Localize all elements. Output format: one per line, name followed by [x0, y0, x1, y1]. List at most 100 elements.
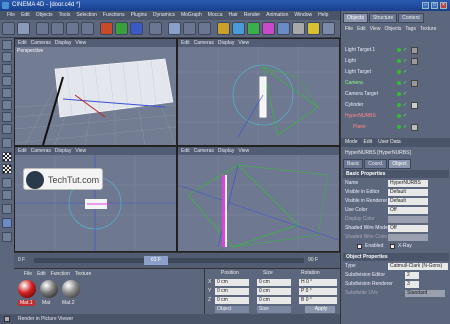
position-y-field[interactable]: 0 cm: [215, 288, 249, 295]
subdivision-editor-field[interactable]: 2: [405, 272, 419, 279]
menu-help[interactable]: Help: [315, 11, 331, 20]
om-menu-view[interactable]: View: [370, 25, 381, 33]
vp4-menu-display[interactable]: Display: [218, 147, 234, 155]
subdivide-uvs-select[interactable]: Standard: [405, 290, 445, 297]
sculpt-icon[interactable]: [2, 204, 12, 214]
visibility-dot-icon[interactable]: [397, 81, 401, 85]
menu-objects[interactable]: Objects: [33, 11, 56, 20]
position-z-field[interactable]: 0 cm: [215, 297, 249, 304]
workplane-icon[interactable]: [2, 190, 12, 200]
hair-icon[interactable]: [2, 232, 12, 242]
make-editable-icon[interactable]: [2, 40, 12, 50]
target-tag-icon[interactable]: [411, 47, 418, 54]
brush-icon[interactable]: [2, 218, 12, 228]
size-x-field[interactable]: 0 cm: [257, 279, 291, 286]
om-menu-edit[interactable]: Edit: [357, 25, 366, 33]
enabled-check-icon[interactable]: ✓: [403, 59, 407, 64]
am-menu-user-data[interactable]: User Data: [378, 138, 401, 147]
visible-renderer-select[interactable]: Default: [388, 198, 428, 205]
scene-icon[interactable]: [292, 22, 305, 35]
edges-mode-icon[interactable]: [2, 112, 12, 122]
menu-edit[interactable]: Edit: [18, 11, 33, 20]
am-menu-edit[interactable]: Edit: [364, 138, 373, 147]
menu-functions[interactable]: Functions: [100, 11, 128, 20]
vp2-menu-view[interactable]: View: [238, 39, 249, 47]
material-swatch-mat2[interactable]: [62, 280, 80, 298]
checkerboard-icon[interactable]: [2, 152, 12, 162]
vp3-menu-cameras[interactable]: Cameras: [31, 147, 51, 155]
am-menu-mode[interactable]: Mode: [345, 138, 358, 147]
vp3-menu-view[interactable]: View: [75, 147, 86, 155]
menu-selection[interactable]: Selection: [73, 11, 100, 20]
enabled-check-icon[interactable]: ✓: [403, 103, 407, 108]
viewport-canvas[interactable]: TechTut.com: [15, 155, 176, 251]
mat-menu-function[interactable]: Function: [51, 271, 70, 277]
target-tag-icon[interactable]: [411, 80, 418, 87]
tab-coord[interactable]: Coord.: [364, 159, 388, 169]
position-x-field[interactable]: 0 cm: [215, 279, 249, 286]
cube-icon[interactable]: [217, 22, 230, 35]
vp1-menu-cameras[interactable]: Cameras: [31, 39, 51, 47]
type-select[interactable]: Catmull-Clark (N-Gons): [388, 263, 448, 270]
mat-menu-edit[interactable]: Edit: [37, 271, 46, 277]
tab-structure[interactable]: Structure: [368, 13, 398, 23]
z-axis-icon[interactable]: [130, 22, 143, 35]
visibility-dot-icon[interactable]: [397, 114, 401, 118]
texture-tag-icon[interactable]: [411, 102, 418, 109]
rotation-p-field[interactable]: P 0 °: [299, 288, 337, 295]
menu-dynamics[interactable]: Dynamics: [150, 11, 178, 20]
render-settings-icon[interactable]: [198, 22, 211, 35]
tab-objects[interactable]: Objects: [343, 13, 368, 23]
menu-mograph[interactable]: MoGraph: [178, 11, 205, 20]
om-menu-texture[interactable]: Texture: [420, 25, 436, 33]
material-swatch-mat[interactable]: [40, 280, 58, 298]
menu-plugins[interactable]: Plugins: [128, 11, 150, 20]
rotate-icon[interactable]: [81, 22, 94, 35]
coordinate-system-icon[interactable]: [149, 22, 162, 35]
size-mode-select[interactable]: Size: [257, 306, 291, 313]
vp2-menu-edit[interactable]: Edit: [181, 39, 190, 47]
subdivision-renderer-field[interactable]: 3: [405, 281, 419, 288]
timeline-track[interactable]: [34, 258, 304, 263]
enabled-check-icon[interactable]: ✓: [403, 92, 407, 97]
menu-render[interactable]: Render: [241, 11, 263, 20]
vp3-menu-edit[interactable]: Edit: [18, 147, 27, 155]
menu-hair[interactable]: Hair: [226, 11, 241, 20]
viewport-perspective[interactable]: Edit Cameras Display View Perspective: [14, 38, 177, 146]
object-row-hypernurbs[interactable]: HyperNURBS ✓: [345, 111, 447, 122]
target-tag-icon[interactable]: [411, 58, 418, 65]
light-icon[interactable]: [307, 22, 320, 35]
object-row-light-target[interactable]: Light Target ✓: [345, 67, 447, 78]
tab-basic[interactable]: Basic: [343, 159, 364, 169]
vp2-menu-display[interactable]: Display: [218, 39, 234, 47]
vp1-menu-edit[interactable]: Edit: [18, 39, 27, 47]
enabled-checkbox[interactable]: [357, 244, 362, 249]
object-row-light-target-1[interactable]: Light Target.1 ✓: [345, 45, 447, 56]
live-select-icon[interactable]: [36, 22, 49, 35]
om-menu-tags[interactable]: Tags: [405, 25, 416, 33]
visible-editor-select[interactable]: Default: [388, 189, 428, 196]
object-row-camera-target[interactable]: Camera Target ✓: [345, 89, 447, 100]
vp2-menu-cameras[interactable]: Cameras: [194, 39, 214, 47]
visibility-dot-icon[interactable]: [397, 59, 401, 63]
om-menu-file[interactable]: File: [345, 25, 353, 33]
vp4-menu-cameras[interactable]: Cameras: [194, 147, 214, 155]
maximize-button[interactable]: □: [431, 2, 438, 9]
enabled-check-icon[interactable]: ✓: [403, 81, 407, 86]
viewport-front[interactable]: Edit Cameras Display View TechTut.com: [14, 146, 177, 252]
mat-menu-file[interactable]: File: [24, 271, 32, 277]
object-row-light[interactable]: Light ✓: [345, 56, 447, 67]
xray-checkbox[interactable]: [390, 244, 395, 249]
object-row-cylinder[interactable]: Cylinder ✓: [345, 100, 447, 111]
visibility-dot-icon[interactable]: [397, 103, 401, 107]
viewport-canvas[interactable]: Perspective: [15, 47, 176, 145]
redo-icon[interactable]: [17, 22, 30, 35]
mat-menu-texture[interactable]: Texture: [75, 271, 91, 277]
object-row-camera[interactable]: Camera ✓: [345, 78, 447, 89]
visibility-dot-icon[interactable]: [397, 70, 401, 74]
close-button[interactable]: ×: [440, 2, 447, 9]
tweak-mode-icon[interactable]: [2, 138, 12, 148]
vp4-menu-view[interactable]: View: [238, 147, 249, 155]
rotation-h-field[interactable]: H 0 °: [299, 279, 337, 286]
menu-file[interactable]: File: [4, 11, 18, 20]
